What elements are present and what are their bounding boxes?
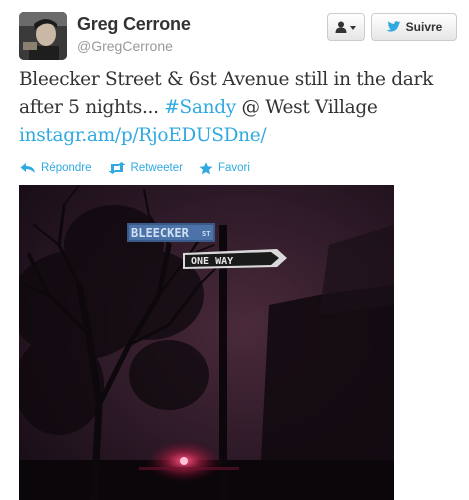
avatar[interactable] xyxy=(19,12,67,60)
hashtag-link[interactable]: #Sandy xyxy=(164,97,236,118)
favorite-label: Favori xyxy=(217,162,250,174)
retweet-button[interactable]: Retweeter xyxy=(108,162,183,174)
user-menu-button[interactable] xyxy=(327,13,365,41)
media-link[interactable]: instagr.am/p/RjoEDUSDne/ xyxy=(19,125,267,146)
retweet-icon xyxy=(108,162,126,174)
star-icon xyxy=(199,161,213,174)
tweet-photo[interactable]: BLEECKER ST ONE WAY xyxy=(19,185,394,500)
street-sign-text: BLEECKER xyxy=(131,226,190,240)
tweet-text: Bleecker Street & 6st Avenue still in th… xyxy=(19,66,459,150)
reply-label: Répondre xyxy=(41,162,92,174)
favorite-button[interactable]: Favori xyxy=(199,161,250,175)
person-icon xyxy=(335,21,356,33)
follow-button[interactable]: Suivre xyxy=(371,13,457,41)
reply-icon xyxy=(20,163,35,173)
oneway-sign-text: ONE WAY xyxy=(191,256,233,267)
screen-name[interactable]: @GregCerrone xyxy=(77,38,173,54)
tweet-actions: Répondre Retweeter Favori xyxy=(20,160,266,176)
street-sign-suffix: ST xyxy=(202,230,210,238)
follow-label: Suivre xyxy=(405,20,443,34)
twitter-bird-icon xyxy=(386,21,401,33)
tweet-location: @ West Village xyxy=(235,97,378,118)
reply-button[interactable]: Répondre xyxy=(20,162,92,174)
retweet-label: Retweeter xyxy=(130,162,183,174)
display-name[interactable]: Greg Cerrone xyxy=(77,14,191,35)
